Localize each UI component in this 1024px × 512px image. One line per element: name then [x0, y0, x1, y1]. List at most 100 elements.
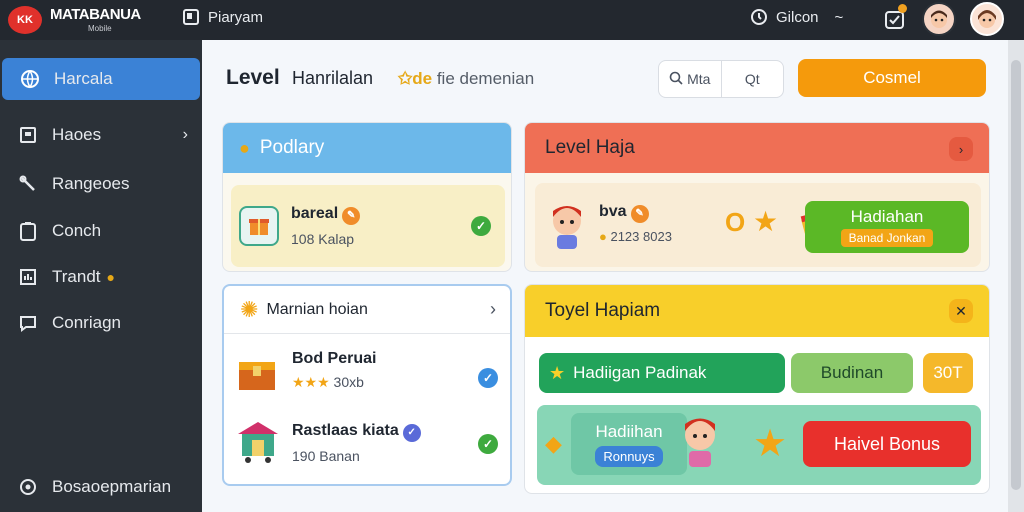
gift-box-icon	[239, 206, 279, 246]
sidebar-item-label: Harcala	[54, 69, 113, 88]
sidebar-item-label: Trandt	[52, 267, 101, 286]
globe-icon	[20, 69, 40, 89]
badge-icon: ✎	[342, 206, 361, 225]
toyel-card: Toyel Hapiam ✕ ★ Hadiigan Padinak Budina…	[524, 284, 990, 494]
hadiahan-button[interactable]: Hadiahan Banad Jonkan	[805, 201, 969, 253]
list-item-text: Rastlaas kiata ✓ 190 Banan	[292, 422, 421, 464]
treasure-box-icon	[236, 352, 278, 399]
list-item[interactable]: Rastlaas kiata ✓ 190 Banan ✓	[236, 414, 498, 474]
verified-badge-icon: ✓	[402, 423, 421, 442]
clock-icon	[750, 8, 768, 26]
hadiihan-tile[interactable]: Hadiihan Ronnuys	[571, 413, 687, 475]
brand-subtitle: Mobile	[88, 24, 112, 33]
sidebar-item-label: Haoes	[52, 125, 102, 144]
sidebar-item-conch[interactable]: Conch	[0, 210, 202, 252]
podlary-card: ● Podlary bareal ✎ 108 Kalap ✓	[222, 122, 512, 272]
settings-icon	[18, 477, 38, 497]
sidebar-item-haoes[interactable]: Haoes ›	[0, 114, 202, 156]
marnian-title: Marnian hoian	[266, 300, 368, 318]
ring-icon: O	[725, 207, 746, 237]
page-subtitle: Hanrilalan	[292, 68, 374, 88]
toyel-header: Toyel Hapiam	[525, 285, 989, 337]
chevron-right-icon: ›	[182, 126, 188, 143]
nav-piaryam-label: Piaryam	[208, 8, 264, 26]
tilde-icon: ~	[834, 8, 844, 26]
badge-icon: ✎	[630, 204, 649, 223]
top-bar: KK MATABANUA Mobile Piaryam Gilcon ~	[0, 0, 1024, 40]
character-avatar-icon	[677, 409, 723, 476]
search-icon	[669, 71, 683, 88]
cosmel-button[interactable]: Cosmel	[798, 59, 986, 97]
sidebar-item-conriagn[interactable]: Conriagn	[0, 302, 202, 344]
level-haja-item-sub: ● 2123 8023	[599, 228, 672, 244]
search-right-label: Qt	[744, 71, 760, 87]
hadiahan-button-label: Hadiahan	[850, 207, 924, 226]
sidebar-footer-label: Bosaoepmarian	[52, 477, 172, 496]
marnian-card: ✺ Marnian hoian › Bod Peruai ★★★ 30xb ✓ …	[222, 284, 512, 486]
sidebar-footer-item[interactable]: Bosaoepmarian	[0, 466, 202, 508]
brand-name: MATABANUA	[50, 6, 141, 23]
search-box[interactable]: Mta Qt	[658, 60, 784, 98]
ronnuys-label: Ronnuys	[595, 445, 663, 467]
sidebar-item-harcala[interactable]: Harcala	[2, 58, 200, 100]
level-haja-header: Level Haja	[525, 123, 989, 173]
clipboard-icon	[18, 221, 38, 241]
shop-icon	[236, 418, 280, 469]
level-haja-text: bva ✎ ● 2123 8023	[599, 203, 672, 244]
list-item-title: Rastlaas kiata ✓	[292, 422, 421, 442]
gem-icon: ◆	[545, 431, 562, 456]
sidebar-item-rangeoes[interactable]: Rangeoes	[0, 163, 202, 205]
chevron-right-icon: ›	[490, 299, 496, 319]
nav-piaryam[interactable]: Piaryam	[182, 8, 263, 26]
coin-icon: ●	[106, 269, 115, 285]
sidebar-item-label: Conriagn	[52, 313, 121, 332]
bonus-panel: ◆ Hadiihan Ronnuys ★ Haivel Bonus	[537, 405, 981, 485]
home-icon	[18, 125, 38, 145]
logo: KK	[8, 6, 42, 34]
check-icon: ✓	[478, 434, 498, 454]
level-haja-title: Level Haja	[545, 137, 635, 158]
search-input[interactable]: Mta	[659, 61, 721, 97]
tools-icon	[18, 174, 38, 194]
hadiahan-button-sub: Banad Jonkan	[840, 229, 934, 247]
hadiigan-button[interactable]: ★ Hadiigan Padinak	[539, 353, 785, 393]
level-haja-item-title: bva ✎	[599, 203, 672, 223]
page-title: Level	[226, 66, 280, 89]
podlary-item-title: bareal ✎	[291, 205, 361, 225]
sidebar-item-trandt[interactable]: Trandt ●	[0, 256, 202, 298]
sidebar-item-label: Rangeoes	[52, 174, 130, 193]
haivel-bonus-button[interactable]: Haivel Bonus	[803, 421, 971, 467]
marnian-header[interactable]: ✺ Marnian hoian ›	[224, 286, 510, 334]
chevron-right-button[interactable]: ›	[949, 137, 973, 161]
podlary-item-sub: 108 Kalap	[291, 230, 355, 247]
avatar-user[interactable]	[970, 2, 1004, 36]
sun-coin-icon: ✺	[240, 296, 259, 322]
close-button[interactable]: ✕	[949, 299, 973, 323]
star-icon: ★	[549, 362, 566, 383]
title-extra-text: fie demenian	[436, 69, 535, 88]
podlary-title: Podlary	[259, 137, 325, 158]
sidebar: Harcala Haoes › Rangeoes Conch Trandt ● …	[0, 40, 202, 512]
chat-icon	[18, 313, 38, 333]
search-left-label: Mta	[687, 71, 711, 87]
list-item-sub: ★★★ 30xb	[292, 374, 364, 390]
title-star: ✩de	[398, 69, 433, 88]
avatar-girl[interactable]	[922, 2, 956, 36]
scroll-thumb[interactable]	[1011, 60, 1021, 490]
hadiihan-label: Hadiihan	[595, 421, 663, 441]
budinan-button[interactable]: Budinan	[791, 353, 913, 393]
center-menu-label: Gilcon	[776, 8, 819, 26]
star-icon: ★	[753, 206, 779, 237]
big-star-icon: ★	[753, 423, 788, 465]
center-menu[interactable]: Gilcon ~	[750, 8, 843, 26]
mini-coin-icon: ●	[599, 228, 611, 244]
page-title-extra: ✩de fie demenian	[398, 69, 534, 89]
list-item-title: Bod Peruai	[292, 350, 377, 367]
scrollbar[interactable]	[1008, 40, 1024, 512]
check-icon: ✓	[471, 216, 491, 236]
list-item[interactable]: Bod Peruai ★★★ 30xb ✓	[236, 348, 498, 404]
search-filter[interactable]: Qt	[722, 61, 784, 97]
podlary-item[interactable]: bareal ✎ 108 Kalap ✓	[231, 185, 505, 267]
list-item-text: Bod Peruai ★★★ 30xb	[292, 350, 376, 391]
rating-stars: ★★★	[292, 374, 330, 390]
